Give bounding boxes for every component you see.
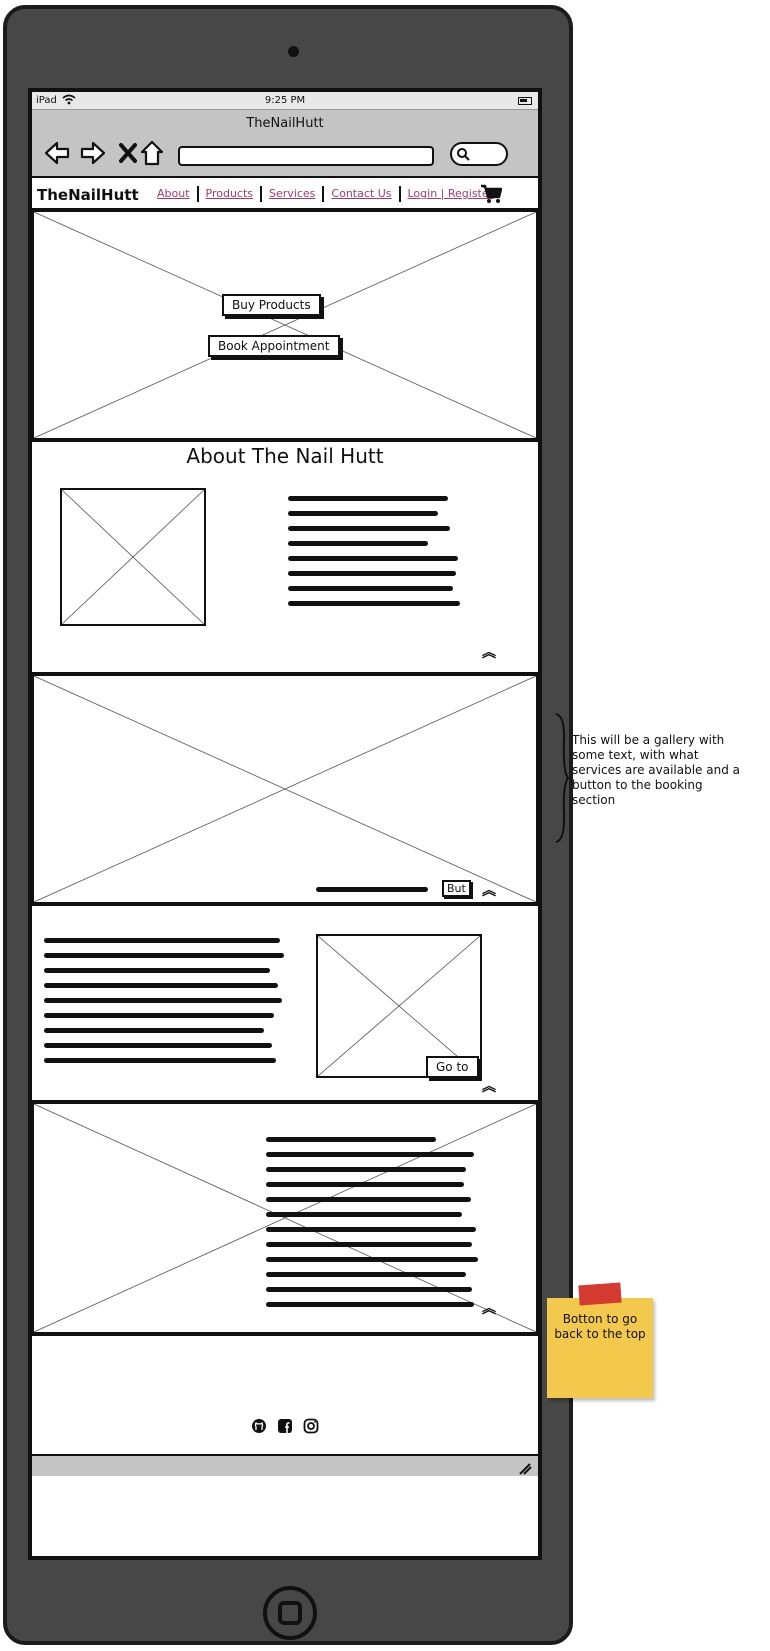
site-navbar: TheNailHutt About Products Services Cont…	[32, 178, 538, 210]
sticky-note: Botton to go back to the top	[547, 1282, 653, 1398]
browser-title: TheNailHutt	[246, 116, 324, 131]
status-bar: iPad 9:25 PM	[32, 92, 538, 110]
chevron-up-icon[interactable]: ︽	[482, 1080, 496, 1094]
about-section: About The Nail Hutt ︽	[32, 442, 538, 674]
about-image-placeholder	[60, 488, 206, 626]
url-input[interactable]	[178, 146, 434, 166]
search-input[interactable]	[450, 142, 508, 166]
about-heading: About The Nail Hutt	[186, 444, 384, 468]
nav-link-contact[interactable]: Contact Us	[324, 186, 401, 202]
forward-arrow-icon[interactable]	[80, 140, 106, 166]
hero-section: Buy Products Book Appointment	[32, 210, 538, 442]
gallery-section: But ︽	[32, 674, 538, 906]
back-arrow-icon[interactable]	[44, 140, 70, 166]
nav-link-products[interactable]: Products	[199, 186, 263, 202]
curly-brace-icon	[553, 712, 570, 848]
chevron-up-icon[interactable]: ︽	[482, 884, 496, 898]
browser-bottom-bar	[32, 1454, 538, 1476]
chevron-up-icon[interactable]: ︽	[482, 646, 496, 660]
status-time: 9:25 PM	[264, 95, 306, 106]
cart-icon[interactable]	[480, 184, 503, 208]
gallery-image-placeholder	[32, 674, 538, 904]
nav-link-services[interactable]: Services	[262, 186, 325, 202]
about-text-block	[288, 496, 460, 616]
book-appointment-button[interactable]: Book Appointment	[208, 335, 340, 357]
services-text-block	[44, 938, 284, 1073]
facebook-icon[interactable]	[277, 1418, 293, 1434]
sticky-note-text: Botton to go back to the top	[554, 1312, 646, 1341]
camera	[288, 46, 299, 57]
gallery-annotation: This will be a gallery with some text, w…	[572, 733, 740, 807]
tape	[578, 1282, 622, 1306]
gallery-caption	[316, 887, 428, 892]
buy-products-button[interactable]: Buy Products	[222, 294, 321, 316]
hero-image-placeholder	[32, 210, 538, 440]
gallery-booking-button[interactable]: But	[442, 880, 471, 897]
nav-link-about[interactable]: About	[150, 186, 199, 202]
resize-handle-icon[interactable]	[518, 1460, 532, 1479]
chevron-up-icon[interactable]: ︽	[482, 1302, 496, 1316]
battery-icon	[518, 97, 532, 105]
nav-links: About Products Services Contact Us Login…	[150, 186, 500, 202]
social-icons	[32, 1418, 538, 1434]
github-icon[interactable]	[251, 1418, 267, 1434]
contact-section: ︽	[32, 1102, 538, 1336]
home-button[interactable]	[263, 1586, 317, 1640]
contact-text-block	[266, 1137, 478, 1317]
site-brand[interactable]: TheNailHutt	[37, 186, 139, 204]
services-section: Go to ︽	[32, 906, 538, 1102]
home-icon[interactable]	[140, 140, 164, 166]
browser-toolbar: TheNailHutt	[32, 110, 538, 178]
instagram-icon[interactable]	[303, 1418, 319, 1434]
go-to-button[interactable]: Go to	[426, 1056, 479, 1078]
close-icon[interactable]	[118, 140, 138, 166]
screen: iPad 9:25 PM TheNailHutt TheNailHutt Abo…	[28, 88, 542, 1560]
